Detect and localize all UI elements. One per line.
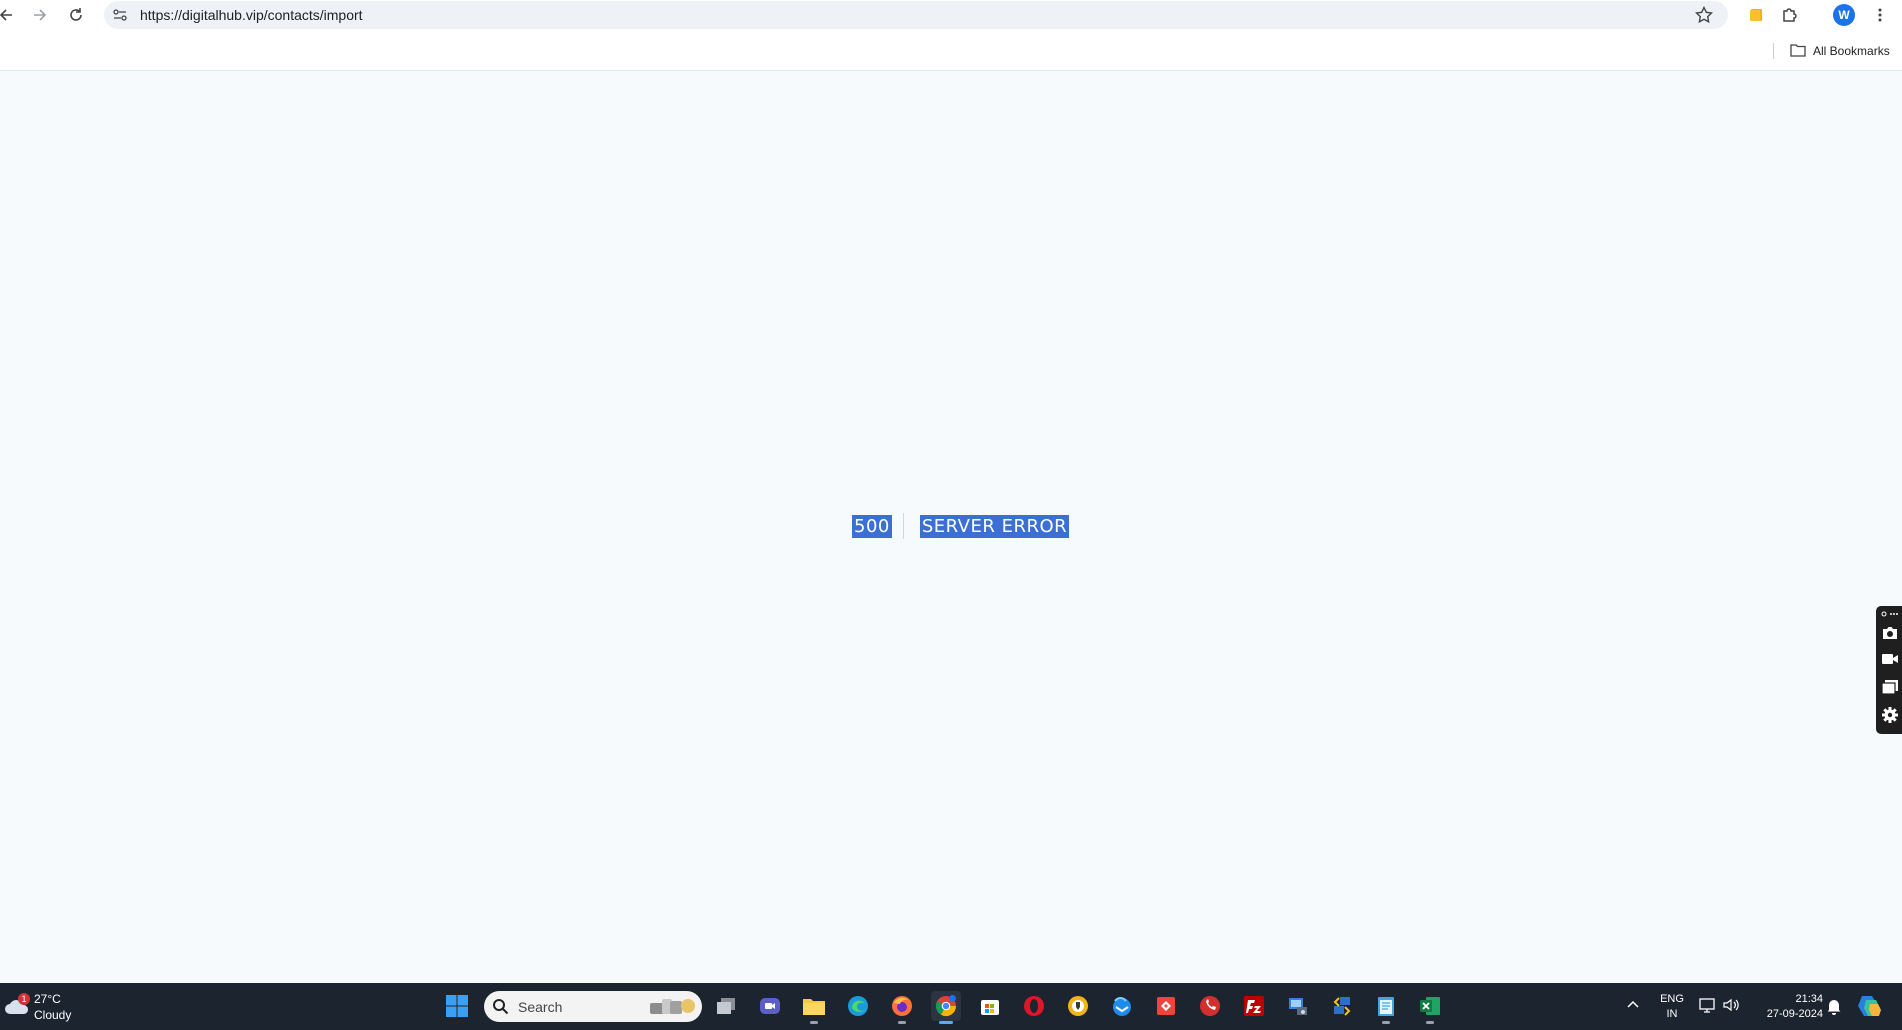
volume-icon[interactable] — [1722, 996, 1740, 1014]
thunderbird-icon[interactable] — [1107, 991, 1137, 1021]
forward-icon[interactable] — [28, 3, 52, 27]
language-code: ENG — [1660, 993, 1684, 1005]
notification-bell-icon[interactable] — [1826, 997, 1842, 1015]
copilot-icon[interactable] — [1856, 992, 1884, 1020]
menu-kebab-icon[interactable] — [1868, 3, 1892, 27]
error-code: 500 — [852, 514, 892, 538]
address-bar[interactable]: https://digitalhub.vip/contacts/import — [104, 1, 1728, 29]
back-icon[interactable] — [0, 3, 18, 27]
network-icon[interactable] — [1698, 996, 1716, 1014]
video-camera-icon[interactable] — [1881, 650, 1899, 668]
firefox-icon[interactable] — [887, 991, 917, 1024]
camera-icon[interactable] — [1881, 624, 1899, 642]
language-region: IN — [1666, 1008, 1678, 1020]
running-indicator — [939, 1021, 953, 1024]
reload-icon[interactable] — [64, 3, 88, 27]
network-transfer-icon[interactable] — [1327, 991, 1357, 1021]
running-indicator — [1426, 1021, 1434, 1024]
weather-temp: 27°C — [34, 992, 61, 1006]
error-text: SERVER ERROR — [919, 514, 1070, 538]
anydesk-icon[interactable] — [1151, 991, 1181, 1021]
opera-browser-icon[interactable] — [1019, 991, 1049, 1021]
all-bookmarks-label: All Bookmarks — [1813, 44, 1890, 58]
widget-options-icon[interactable] — [1881, 608, 1899, 620]
clock-time: 21:34 — [1795, 993, 1823, 1005]
extension-icon[interactable] — [1744, 3, 1768, 27]
filezilla-icon[interactable] — [1239, 991, 1269, 1021]
browser-toolbar: https://digitalhub.vip/contacts/import W — [0, 0, 1902, 30]
windows-taskbar: 1 27°C Cloudy Search ENG IN 21:34 27-09-… — [0, 983, 1902, 1030]
clock-date: 27-09-2024 — [1766, 1008, 1823, 1020]
task-view-icon[interactable] — [711, 991, 741, 1021]
profile-avatar[interactable]: W — [1833, 4, 1855, 26]
windows-start-icon[interactable] — [442, 991, 472, 1021]
teams-meet-icon[interactable] — [755, 991, 785, 1021]
all-bookmarks-button[interactable]: All Bookmarks — [1790, 42, 1890, 60]
folder-icon — [1790, 43, 1806, 60]
file-explorer-icon[interactable] — [799, 991, 829, 1024]
edge-browser-icon[interactable] — [843, 991, 873, 1021]
search-placeholder: Search — [518, 999, 563, 1015]
phone-app-icon[interactable] — [1195, 991, 1225, 1021]
running-indicator — [810, 1021, 818, 1024]
vpn-shield-icon[interactable] — [1063, 991, 1093, 1021]
system-clock[interactable]: 21:34 27-09-2024 — [1748, 992, 1823, 1022]
url-text[interactable]: https://digitalhub.vip/contacts/import — [140, 7, 363, 23]
chrome-browser-icon[interactable] — [931, 991, 961, 1024]
settings-gear-icon[interactable] — [1881, 706, 1899, 724]
weather-widget[interactable]: 1 27°C Cloudy — [2, 990, 102, 1024]
running-indicator — [1382, 1021, 1390, 1024]
notepad-icon[interactable] — [1371, 991, 1401, 1024]
taskbar-search[interactable]: Search — [484, 991, 702, 1022]
gallery-icon[interactable] — [1881, 678, 1899, 696]
input-language-indicator[interactable]: ENG IN — [1657, 992, 1687, 1022]
page-content: 500 SERVER ERROR — [0, 72, 1902, 983]
site-info-icon[interactable] — [112, 7, 128, 23]
search-icon — [492, 998, 509, 1015]
microsoft-store-icon[interactable] — [975, 991, 1005, 1021]
weather-alert-badge: 1 — [18, 993, 30, 1005]
bookmark-star-icon[interactable] — [1694, 5, 1714, 25]
network-computer-icon[interactable] — [1283, 991, 1313, 1021]
bookmarks-separator — [1773, 43, 1774, 59]
capture-side-widget — [1876, 606, 1902, 734]
search-highlight-icon — [648, 995, 696, 1018]
extensions-puzzle-icon[interactable] — [1778, 3, 1802, 27]
running-indicator — [898, 1021, 906, 1024]
bookmarks-bar: All Bookmarks — [0, 30, 1902, 71]
show-hidden-icons-chevron-icon[interactable] — [1624, 996, 1642, 1014]
error-divider — [902, 513, 904, 539]
error-message: 500 SERVER ERROR — [852, 513, 1070, 539]
weather-condition: Cloudy — [34, 1008, 72, 1022]
excel-icon[interactable] — [1415, 991, 1445, 1024]
